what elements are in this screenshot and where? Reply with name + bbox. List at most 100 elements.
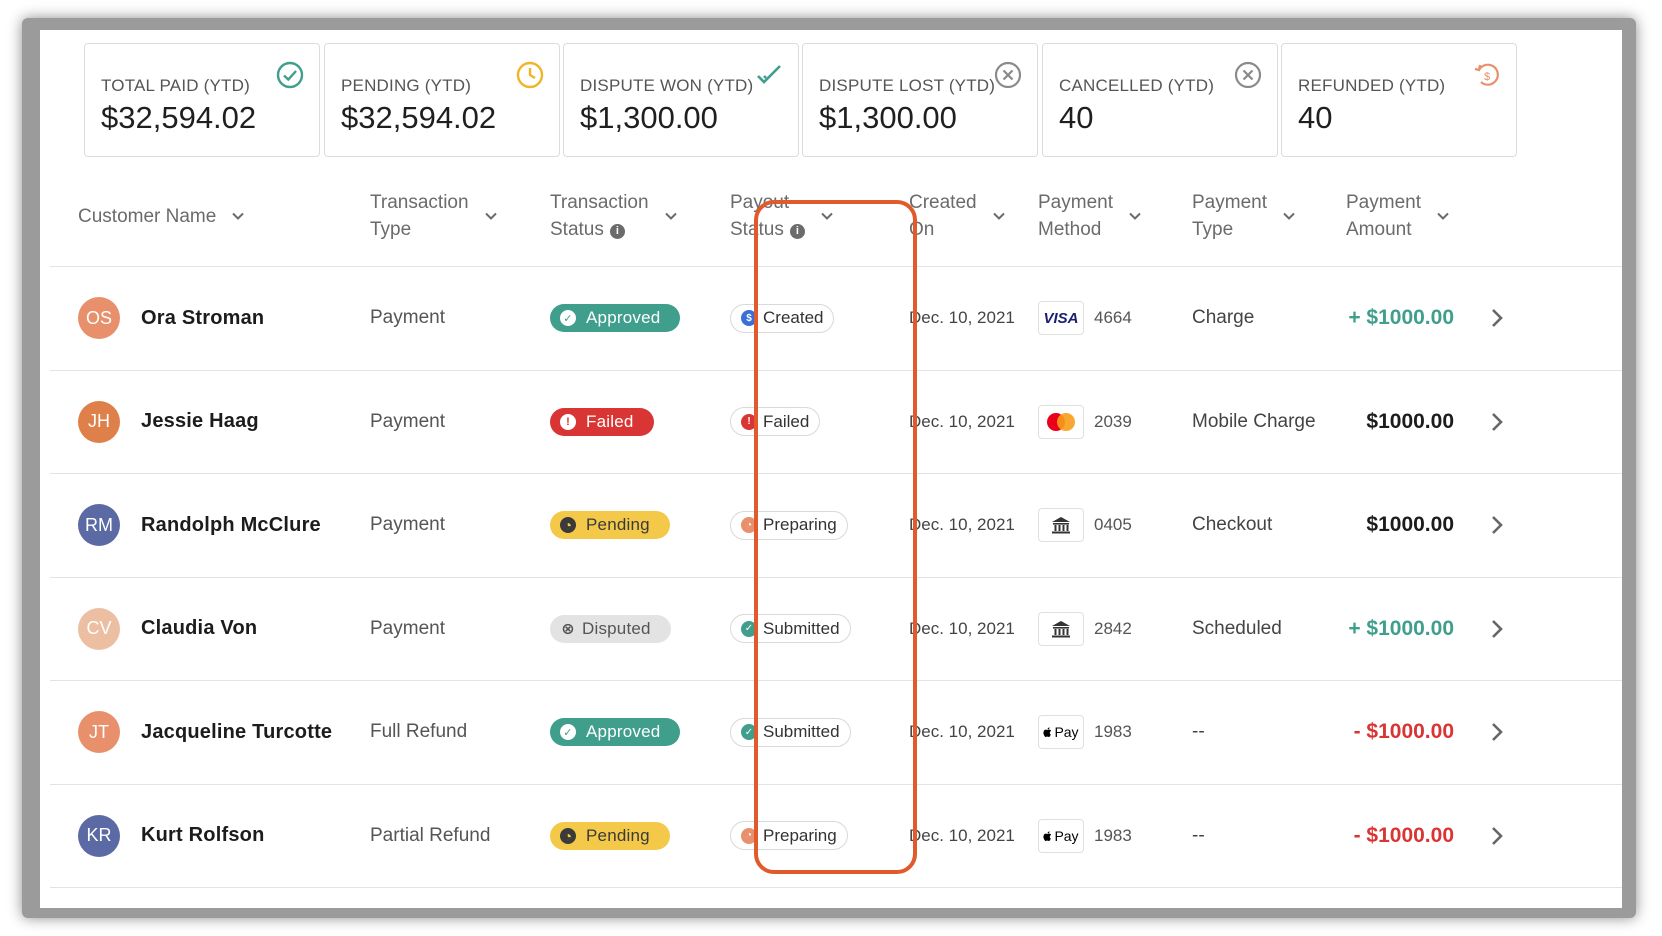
customer-name: Claudia Von (141, 617, 258, 640)
chevron-down-icon[interactable] (819, 208, 835, 224)
column-payout-status[interactable]: Payout Status i (730, 165, 835, 267)
column-payment-method[interactable]: Payment Method (1038, 165, 1143, 267)
column-payment-type[interactable]: Payment Type (1192, 165, 1297, 267)
card-last-digits: 0405 (1094, 515, 1132, 535)
created-on-cell: Dec. 10, 2021 (909, 267, 1015, 370)
summary-value: $32,594.02 (341, 100, 497, 135)
column-label: Method (1038, 219, 1102, 240)
row-open-button[interactable] (1488, 578, 1506, 681)
transaction-type: Full Refund (370, 721, 468, 743)
payment-type-cell: -- (1192, 681, 1205, 784)
table-row[interactable]: RM Randolph McClure Payment ◔ Pending ◔ Prepar… (50, 474, 1622, 578)
payment-amount: $1000.00 (1366, 513, 1454, 537)
summary-cards: TOTAL PAID (YTD) $32,594.02 PENDING (YTD) $… (84, 43, 1594, 157)
payment-type: Charge (1192, 307, 1255, 329)
chevron-down-icon[interactable] (1127, 208, 1143, 224)
column-label: Status (730, 219, 784, 240)
transaction-status-cell: ⊗ Disputed (550, 578, 671, 681)
column-label: Customer Name (78, 205, 217, 227)
chevron-right-icon[interactable] (1488, 514, 1506, 536)
status-badge: ◔ Pending (550, 511, 670, 540)
status-badge: ✓ Approved (550, 304, 681, 333)
row-open-button[interactable] (1488, 267, 1506, 370)
info-icon[interactable]: i (789, 224, 805, 239)
chevron-down-icon[interactable] (483, 208, 499, 224)
avatar: JT (78, 711, 120, 754)
row-open-button[interactable] (1488, 785, 1506, 888)
avatar: JH (78, 400, 120, 443)
status-badge: ◔ Pending (550, 821, 670, 850)
status-badge: ! Failed (550, 407, 654, 436)
customer-cell: JH Jessie Haag (78, 371, 259, 474)
summary-label: CANCELLED (YTD) (1059, 76, 1215, 95)
created-on-cell: Dec. 10, 2021 (909, 785, 1015, 888)
avatar: KR (78, 814, 120, 857)
column-created-on[interactable]: Created On (909, 165, 1007, 267)
payout-label: Failed (763, 411, 810, 431)
transaction-status-cell: ◔ Pending (550, 474, 670, 577)
customer-name: Jacqueline Turcotte (141, 720, 333, 743)
transaction-status-cell: ! Failed (550, 371, 654, 474)
customer-name: Ora Stroman (141, 306, 265, 329)
payment-amount-cell: + $1000.00 (1300, 578, 1454, 681)
table-row[interactable]: JH Jessie Haag Payment! Failed! Failed Dec. 1… (50, 371, 1622, 474)
column-payment-amount[interactable]: Payment Amount (1346, 165, 1451, 267)
payment-method-cell: 2842 (1038, 578, 1132, 681)
pending-status-icon: ◔ (560, 517, 576, 534)
column-label: Payout (730, 192, 790, 213)
payout-badge: $ Created (730, 303, 835, 333)
summary-value: $1,300.00 (580, 100, 718, 135)
chevron-right-icon[interactable] (1488, 721, 1506, 743)
chevron-right-icon[interactable] (1488, 618, 1506, 640)
payout-badge: ✓ Submitted (730, 614, 851, 644)
row-open-button[interactable] (1488, 681, 1506, 784)
info-icon[interactable]: i (609, 224, 625, 239)
row-open-button[interactable] (1488, 474, 1506, 577)
card-last-digits: 1983 (1094, 722, 1132, 742)
summary-card: PENDING (YTD) $32,594.02 (324, 43, 560, 157)
summary-value: 40 (1298, 100, 1333, 135)
transaction-type-cell: Full Refund (370, 681, 467, 784)
customer-name: Jessie Haag (141, 410, 259, 433)
apple-pay-icon: Pay (1038, 818, 1084, 853)
chevron-down-icon[interactable] (1435, 208, 1451, 224)
chevron-down-icon[interactable] (663, 208, 679, 224)
status-badge: ✓ Approved (550, 718, 681, 747)
summary-label: DISPUTE LOST (YTD) (819, 76, 996, 95)
table-row[interactable]: OS Ora Stroman Payment ✓ Approved $ Created Dec… (50, 267, 1622, 371)
column-label: Created (909, 192, 977, 213)
transaction-type-cell: Payment (370, 578, 445, 681)
payment-type: Mobile Charge (1192, 410, 1316, 432)
chevron-right-icon[interactable] (1488, 307, 1506, 329)
chevron-down-icon[interactable] (1281, 208, 1297, 224)
transaction-type-cell: Payment (370, 371, 445, 474)
payment-type: -- (1192, 721, 1205, 743)
created-on-cell: Dec. 10, 2021 (909, 681, 1015, 784)
chevron-right-icon[interactable] (1488, 825, 1506, 847)
column-label: Type (370, 219, 412, 240)
chevron-down-icon[interactable] (991, 208, 1007, 224)
card-last-digits: 1983 (1094, 825, 1132, 845)
submitted-payout-icon: ✓ (741, 724, 757, 741)
table-row[interactable]: CV Claudia Von Payment ⊗ Disputed ✓ Submitted D… (50, 578, 1622, 681)
table-row[interactable]: KR Kurt Rolfson Partial Refund ◔ Pending ◔ Pre… (50, 785, 1622, 888)
table-row[interactable]: JT Jacqueline Turcotte Full Refund ✓ Approve… (50, 681, 1622, 785)
column-transaction-status[interactable]: Transaction Status i (550, 165, 679, 267)
column-transaction-type[interactable]: Transaction Type (370, 165, 499, 267)
chevron-right-icon[interactable] (1488, 411, 1506, 433)
payout-badge: ! Failed (730, 407, 821, 437)
column-customer-name[interactable]: Customer Name (78, 165, 246, 267)
apple-pay-icon: Pay (1038, 715, 1084, 750)
payment-method-cell: 2039 (1038, 371, 1132, 474)
summary-card: CANCELLED (YTD) 40 (1042, 43, 1278, 157)
card-last-digits: 4664 (1094, 308, 1132, 328)
bank-icon (1038, 508, 1084, 543)
payment-amount: - $1000.00 (1353, 823, 1454, 847)
customer-cell: RM Randolph McClure (78, 474, 321, 577)
payout-label: Submitted (763, 722, 840, 742)
payment-type-cell: Scheduled (1192, 578, 1282, 681)
chevron-down-icon[interactable] (230, 208, 246, 224)
transaction-type: Payment (370, 514, 445, 536)
payout-status-cell: ! Failed (730, 371, 821, 474)
row-open-button[interactable] (1488, 371, 1506, 474)
